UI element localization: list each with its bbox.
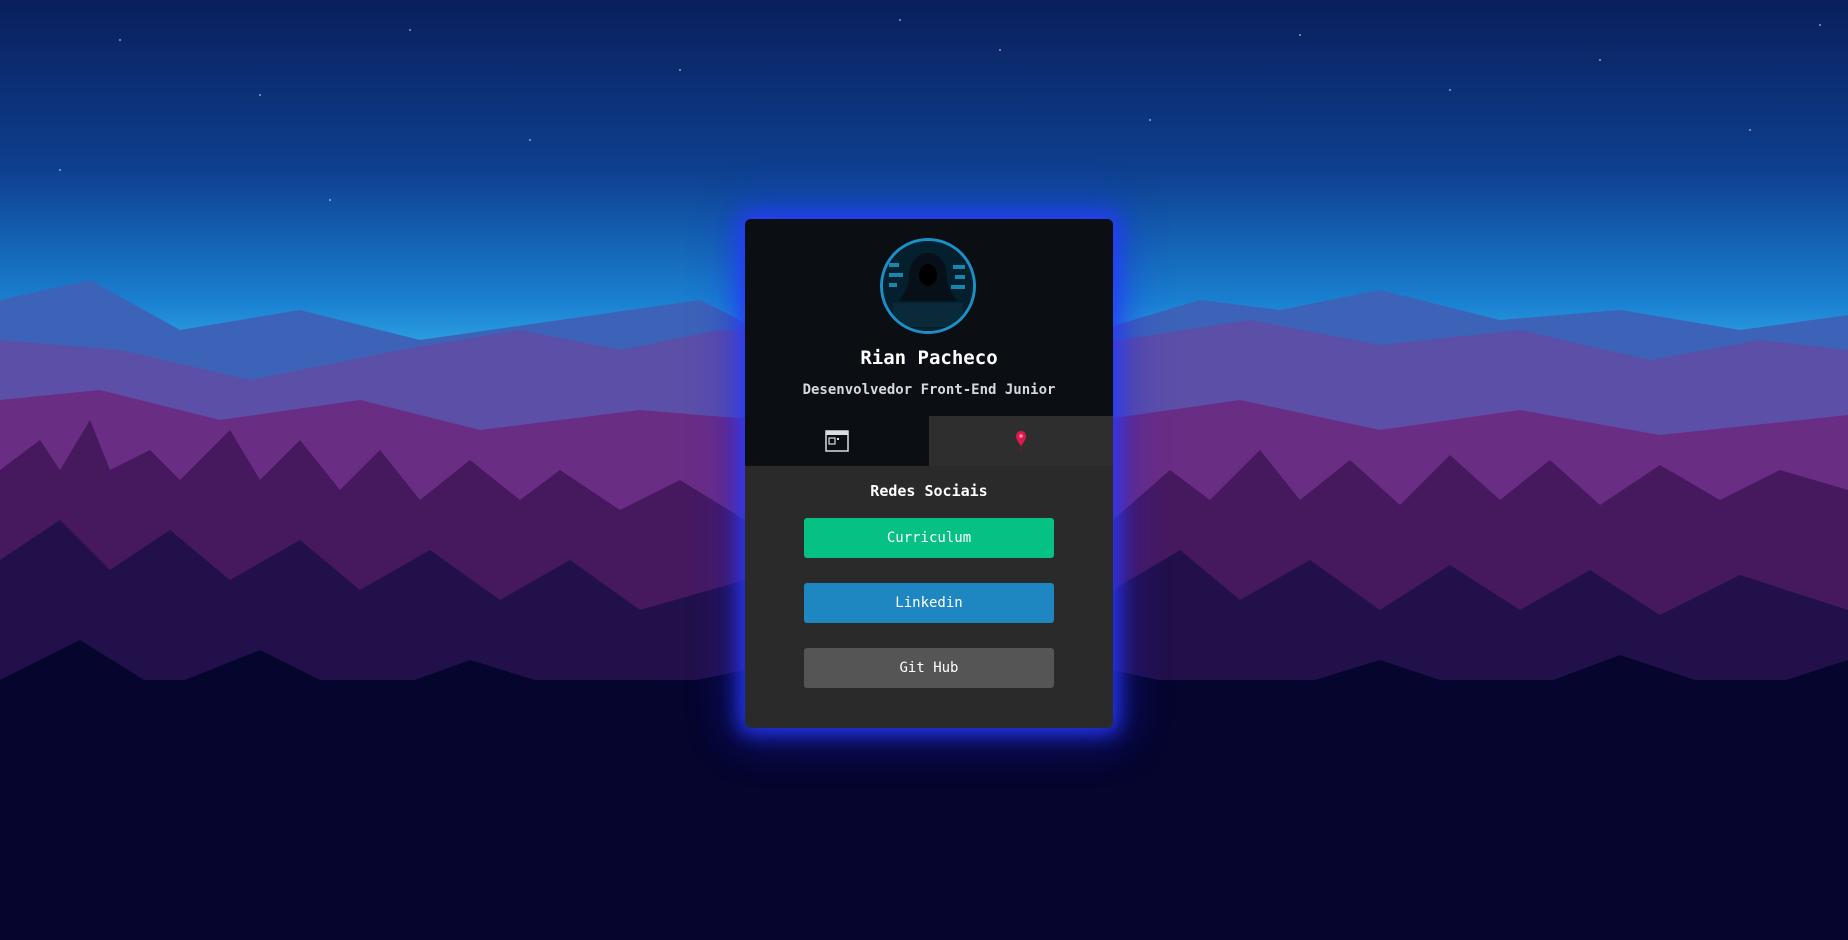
avatar xyxy=(880,238,976,334)
location-pin-icon xyxy=(1016,431,1026,451)
curriculum-button[interactable]: Curriculum xyxy=(804,518,1054,558)
tab-terminal[interactable] xyxy=(745,416,929,466)
tab-location[interactable] xyxy=(929,416,1113,466)
hooded-figure-icon xyxy=(883,241,973,331)
linkedin-button[interactable]: Linkedin xyxy=(804,583,1054,623)
profile-name: Rian Pacheco xyxy=(860,347,998,369)
section-title: Redes Sociais xyxy=(870,482,988,500)
profile-card: Rian Pacheco Desenvolvedor Front-End Jun… xyxy=(745,219,1113,728)
terminal-window-icon xyxy=(825,430,849,452)
profile-header: Rian Pacheco Desenvolvedor Front-End Jun… xyxy=(745,219,1113,416)
profile-role: Desenvolvedor Front-End Junior xyxy=(802,382,1056,398)
github-button[interactable]: Git Hub xyxy=(804,648,1054,688)
